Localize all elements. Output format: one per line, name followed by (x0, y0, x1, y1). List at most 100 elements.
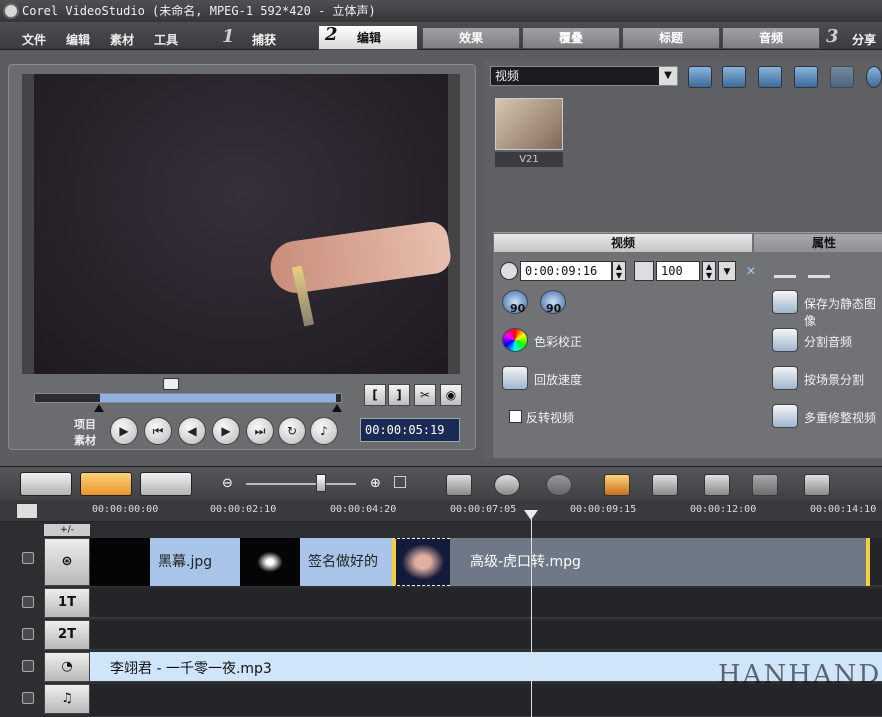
library-category-select[interactable]: 视频 ▼ (490, 66, 678, 86)
fullscreen-button[interactable]: ◉ (440, 384, 462, 406)
ruler-tick: 00:00:09:15 (570, 504, 637, 515)
color-wheel-icon[interactable] (502, 328, 528, 352)
fade-in-icon[interactable] (774, 264, 796, 278)
step-edit-button[interactable]: 2 编辑 (318, 25, 418, 50)
split-scene-icon[interactable] (772, 366, 798, 390)
volume-menu-button[interactable]: ▼ (718, 261, 736, 281)
tab-video-options[interactable]: 视频 (494, 234, 752, 252)
split-audio-icon[interactable] (772, 328, 798, 352)
fit-project-icon[interactable] (394, 476, 406, 488)
volume-field[interactable]: 100 (656, 261, 700, 281)
cut-clip-button[interactable]: ✂ (414, 384, 436, 406)
timecode-display[interactable]: 00:00:05:19 (360, 418, 460, 442)
multi-trim-link[interactable]: 多重修整视频 (804, 409, 876, 426)
video-track-header[interactable]: ⊛ (44, 538, 90, 586)
mark-in-button[interactable]: [ (364, 384, 386, 406)
menu-tools[interactable]: 工具 (154, 31, 178, 48)
timeline-view-button[interactable] (80, 472, 132, 496)
clip-tiger-thumb[interactable] (392, 538, 450, 586)
tab-overlay[interactable]: 覆叠 (522, 27, 620, 49)
sort-icon[interactable] (722, 66, 746, 88)
clip-signature-thumb[interactable] (240, 538, 300, 586)
chevron-down-icon[interactable]: ▼ (659, 67, 677, 85)
volume-stepper[interactable]: ▲ ▼ (702, 261, 716, 281)
playback-speed-link[interactable]: 回放速度 (534, 371, 582, 388)
refresh-icon[interactable] (794, 66, 818, 88)
tab-effects[interactable]: 效果 (422, 27, 520, 49)
music-clip-label[interactable]: 李翊君 - 一千零一夜.mp3 (110, 658, 272, 678)
voice-track-header[interactable]: ◔ (44, 652, 90, 682)
title-track-1-header[interactable]: 1T (44, 588, 90, 618)
fade-out-icon[interactable] (808, 264, 830, 278)
trim-end-handle[interactable] (332, 404, 342, 412)
batch-convert-icon[interactable] (652, 474, 678, 496)
volume-button[interactable]: ♪ (310, 417, 338, 445)
storyboard-view-button[interactable] (20, 472, 72, 496)
library-thumbnail[interactable] (495, 98, 563, 150)
timeline-playhead[interactable] (531, 512, 532, 717)
duration-stepper[interactable]: ▲ ▼ (612, 261, 626, 281)
audio-mixer-icon[interactable] (752, 474, 778, 496)
undo-icon[interactable] (494, 474, 520, 496)
go-start-button[interactable]: ⏮ (144, 417, 172, 445)
step-capture-button[interactable]: 捕获 (252, 31, 276, 48)
lock-icon[interactable] (22, 552, 34, 564)
save-still-icon[interactable] (772, 290, 798, 314)
tab-audio[interactable]: 音频 (722, 27, 820, 49)
step-share-button[interactable]: 分享 (852, 31, 876, 48)
menu-edit[interactable]: 编辑 (66, 31, 90, 48)
audio-view-button[interactable] (140, 472, 192, 496)
prev-frame-button[interactable]: ◀ (178, 417, 206, 445)
repeat-button[interactable]: ↻ (278, 417, 306, 445)
trim-start-handle[interactable] (94, 404, 104, 412)
title-track-2[interactable] (90, 620, 882, 650)
track-toggle-icon[interactable] (16, 503, 38, 519)
split-audio-link[interactable]: 分割音频 (804, 333, 852, 350)
zoom-slider-thumb[interactable] (316, 474, 326, 492)
menu-clip[interactable]: 素材 (110, 31, 134, 48)
tab-title[interactable]: 标题 (622, 27, 720, 49)
title-track-1[interactable] (90, 588, 882, 618)
lock-icon[interactable] (22, 692, 34, 704)
color-correction-link[interactable]: 色彩校正 (534, 333, 582, 350)
clip-black-thumb[interactable] (90, 538, 150, 586)
mode-project-label[interactable]: 项目 (74, 416, 96, 432)
smart-proxy-icon[interactable] (604, 474, 630, 496)
play-button[interactable]: ▶ (110, 417, 138, 445)
track-manager-icon[interactable] (704, 474, 730, 496)
record-capture-icon[interactable] (804, 474, 830, 496)
split-scene-link[interactable]: 按场景分割 (804, 371, 864, 388)
menu-file[interactable]: 文件 (22, 31, 46, 48)
playback-speed-icon[interactable] (502, 366, 528, 390)
import-icon[interactable] (830, 66, 854, 88)
clip-signature[interactable]: 签名做好的 (300, 538, 392, 586)
multi-trim-icon[interactable] (772, 404, 798, 428)
insert-media-icon[interactable] (446, 474, 472, 496)
clip-black-jpg[interactable]: 黑幕.jpg (150, 538, 240, 586)
go-end-button[interactable]: ⏭ (246, 417, 274, 445)
folder-open-icon[interactable] (688, 66, 712, 88)
lock-icon[interactable] (22, 628, 34, 640)
playhead-marker[interactable] (163, 378, 179, 390)
duration-field[interactable]: 0:00:09:16 (520, 261, 612, 281)
reverse-video-checkbox[interactable] (509, 410, 522, 423)
redo-icon[interactable] (546, 474, 572, 496)
clip-tiger-mpg[interactable]: 高级-虎口转.mpg (450, 538, 870, 586)
expand-icon[interactable] (866, 66, 882, 88)
music-track-header[interactable]: ♫ (44, 684, 90, 714)
next-frame-button[interactable]: ▶ (212, 417, 240, 445)
clip-label: 签名做好的 (308, 554, 378, 570)
title-track-2-header[interactable]: 2T (44, 620, 90, 650)
mute-icon[interactable]: ✕ (746, 264, 762, 278)
save-still-link[interactable]: 保存为静态图像 (804, 295, 882, 329)
mode-clip-label[interactable]: 素材 (74, 432, 96, 448)
library-manager-icon[interactable] (758, 66, 782, 88)
zoom-in-icon[interactable]: ⊕ (370, 476, 381, 491)
zoom-out-icon[interactable]: ⊖ (222, 476, 233, 491)
track-zoom-control[interactable]: +/- (44, 524, 90, 536)
tab-attributes[interactable]: 属性 (754, 234, 882, 252)
zoom-slider[interactable] (246, 483, 356, 485)
lock-icon[interactable] (22, 660, 34, 672)
lock-icon[interactable] (22, 596, 34, 608)
mark-out-button[interactable]: ] (388, 384, 410, 406)
